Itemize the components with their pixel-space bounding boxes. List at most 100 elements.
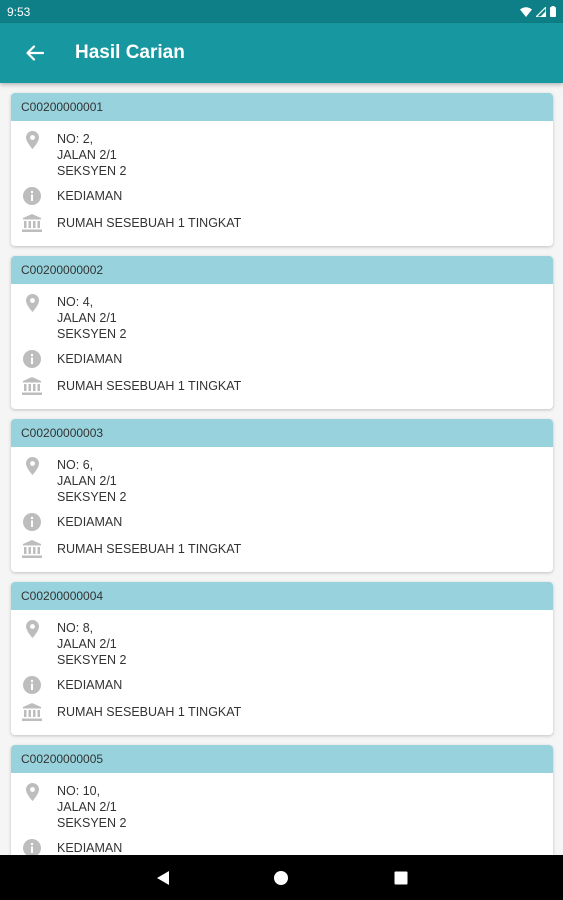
info-icon xyxy=(23,350,41,368)
address-icon-wrap xyxy=(21,783,43,801)
address-line: SEKSYEN 2 xyxy=(57,653,127,667)
address-row: NO: 6, JALAN 2/1 SEKSYEN 2 xyxy=(21,457,543,505)
address-line: NO: 10, xyxy=(57,784,101,798)
back-button[interactable] xyxy=(23,41,47,65)
building-icon xyxy=(22,540,42,558)
type-text: RUMAH SESEBUAH 1 TINGKAT xyxy=(57,542,242,556)
result-card[interactable]: C00200000004 NO: 8, JALAN 2/1 SEKSYEN 2 KE… xyxy=(11,582,553,735)
result-card[interactable]: C00200000002 NO: 4, JALAN 2/1 SEKSYEN 2 KE… xyxy=(11,256,553,409)
wifi-icon xyxy=(520,6,532,17)
location-pin-icon xyxy=(25,131,39,149)
address-text: NO: 6, JALAN 2/1 SEKSYEN 2 xyxy=(57,457,126,505)
card-header: C00200000001 xyxy=(11,93,553,121)
triangle-back-icon xyxy=(157,871,169,885)
square-recents-icon xyxy=(394,871,408,885)
battery-icon xyxy=(550,6,556,17)
address-icon-wrap xyxy=(21,457,43,475)
info-icon xyxy=(23,187,41,205)
type-row: RUMAH SESEBUAH 1 TINGKAT xyxy=(21,540,543,558)
type-row: RUMAH SESEBUAH 1 TINGKAT xyxy=(21,703,543,721)
type-text: RUMAH SESEBUAH 1 TINGKAT xyxy=(57,705,242,719)
card-body: NO: 4, JALAN 2/1 SEKSYEN 2 KEDIAMAN RUMAH … xyxy=(11,284,553,395)
app-bar: Hasil Carian xyxy=(0,23,563,83)
nav-recents-button[interactable] xyxy=(392,869,410,887)
category-text: KEDIAMAN xyxy=(57,189,123,203)
info-icon xyxy=(23,513,41,531)
address-icon-wrap xyxy=(21,131,43,149)
category-text: KEDIAMAN xyxy=(57,352,123,366)
address-line: JALAN 2/1 xyxy=(57,474,117,488)
nav-home-button[interactable] xyxy=(272,869,290,887)
card-header: C00200000004 xyxy=(11,582,553,610)
result-card[interactable]: C00200000003 NO: 6, JALAN 2/1 SEKSYEN 2 KE… xyxy=(11,419,553,572)
category-icon-wrap xyxy=(21,350,43,368)
location-pin-icon xyxy=(25,457,39,475)
system-nav-bar xyxy=(0,855,563,900)
address-row: NO: 4, JALAN 2/1 SEKSYEN 2 xyxy=(21,294,543,342)
address-line: JALAN 2/1 xyxy=(57,311,117,325)
address-line: JALAN 2/1 xyxy=(57,148,117,162)
nav-back-button[interactable] xyxy=(154,869,172,887)
circle-home-icon xyxy=(274,871,288,885)
property-id: C00200000003 xyxy=(21,426,104,440)
address-text: NO: 8, JALAN 2/1 SEKSYEN 2 xyxy=(57,620,126,668)
address-line: NO: 4, xyxy=(57,295,94,309)
category-icon-wrap xyxy=(21,187,43,205)
property-id: C00200000005 xyxy=(21,752,104,766)
address-text: NO: 2, JALAN 2/1 SEKSYEN 2 xyxy=(57,131,126,179)
address-text: NO: 10, JALAN 2/1 SEKSYEN 2 xyxy=(57,783,126,831)
address-line: SEKSYEN 2 xyxy=(57,327,127,341)
type-icon-wrap xyxy=(21,540,43,558)
category-icon-wrap xyxy=(21,839,43,855)
location-pin-icon xyxy=(25,783,39,801)
location-pin-icon xyxy=(25,620,39,638)
card-body: NO: 10,JALAN 2/1SEKSYEN 2 KEDIAMAN RUMAH… xyxy=(11,773,553,855)
card-header: C00200000003 xyxy=(11,419,553,447)
building-icon xyxy=(22,377,42,395)
card-header: C00200000005 xyxy=(11,745,553,773)
category-text: KEDIAMAN xyxy=(57,678,123,692)
address-line: NO: 2, xyxy=(57,132,94,146)
page-title: Hasil Carian xyxy=(75,42,185,63)
arrow-left-icon xyxy=(26,45,44,61)
signal-icon xyxy=(536,6,546,17)
card-body: NO: 8, JALAN 2/1 SEKSYEN 2 KEDIAMAN RUMAH … xyxy=(11,610,553,721)
category-row: KEDIAMAN xyxy=(21,839,543,855)
address-row: NO: 8, JALAN 2/1 SEKSYEN 2 xyxy=(21,620,543,668)
category-row: KEDIAMAN xyxy=(21,513,543,531)
status-bar: 9:53 xyxy=(0,0,563,23)
category-row: KEDIAMAN xyxy=(21,676,543,694)
address-line: SEKSYEN 2 xyxy=(57,490,127,504)
card-body: NO: 6, JALAN 2/1 SEKSYEN 2 KEDIAMAN RUMAH … xyxy=(11,447,553,558)
info-icon xyxy=(23,676,41,694)
category-text: KEDIAMAN xyxy=(57,515,123,529)
status-time: 9:53 xyxy=(7,4,31,19)
type-icon-wrap xyxy=(21,377,43,395)
type-icon-wrap xyxy=(21,214,43,232)
address-line: JALAN 2/1 xyxy=(57,800,117,814)
property-id: C00200000001 xyxy=(21,100,104,114)
location-pin-icon xyxy=(25,294,39,312)
building-icon xyxy=(22,703,42,721)
property-id: C00200000004 xyxy=(21,589,104,603)
category-row: KEDIAMAN xyxy=(21,350,543,368)
address-row: NO: 10, JALAN 2/1 SEKSYEN 2 xyxy=(21,783,543,831)
type-text: RUMAH SESEBUAH 1 TINGKAT xyxy=(57,216,242,230)
address-icon-wrap xyxy=(21,620,43,638)
status-icons xyxy=(520,6,556,17)
info-icon xyxy=(23,839,41,855)
address-line: JALAN 2/1 xyxy=(57,637,117,651)
address-text: NO: 4, JALAN 2/1 SEKSYEN 2 xyxy=(57,294,126,342)
category-icon-wrap xyxy=(21,513,43,531)
type-row: RUMAH SESEBUAH 1 TINGKAT xyxy=(21,214,543,232)
result-card[interactable]: C00200000005 NO: 10, JALAN 2/1 SEKSYEN 2 K… xyxy=(11,745,553,855)
building-icon xyxy=(22,214,42,232)
category-icon-wrap xyxy=(21,676,43,694)
address-line: SEKSYEN 2 xyxy=(57,816,127,830)
results-list: C00200000001 NO: 2, JALAN 2/1 SEKSYEN 2 KE… xyxy=(0,83,563,855)
type-row: RUMAH SESEBUAH 1 TINGKAT xyxy=(21,377,543,395)
result-card[interactable]: C00200000001 NO: 2, JALAN 2/1 SEKSYEN 2 KE… xyxy=(11,93,553,246)
address-row: NO: 2, JALAN 2/1 SEKSYEN 2 xyxy=(21,131,543,179)
address-line: SEKSYEN 2 xyxy=(57,164,127,178)
card-body: NO: 2, JALAN 2/1 SEKSYEN 2 KEDIAMAN RUMAH … xyxy=(11,121,553,232)
